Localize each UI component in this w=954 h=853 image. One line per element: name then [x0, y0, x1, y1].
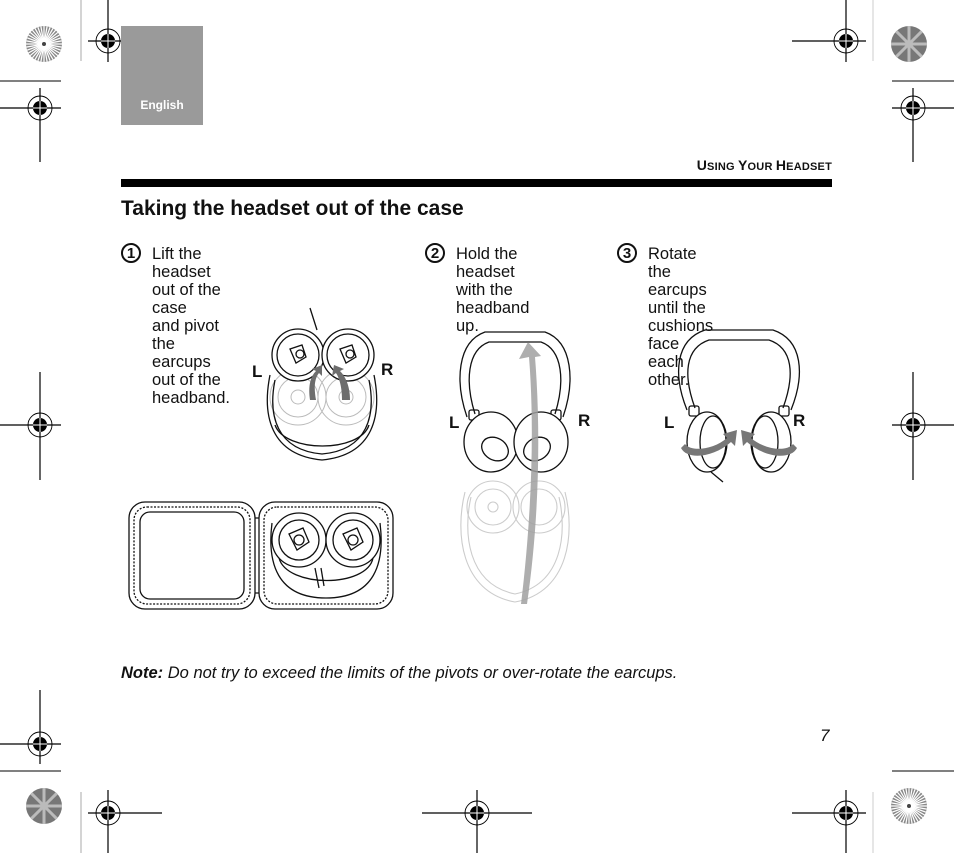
page-title: Taking the headset out of the case — [121, 197, 464, 220]
header-rule — [121, 179, 832, 187]
section-header-word: OUR — [747, 161, 776, 173]
step-line: and pivot the earcups out of the — [152, 317, 221, 389]
section-header: USING YOUR HEADSET — [697, 157, 832, 173]
step-text: Lift the headset out of the case and piv… — [152, 245, 230, 407]
rotate-up-arrow-icon — [519, 342, 541, 604]
language-tab-label: English — [140, 98, 184, 112]
language-tab: English — [121, 26, 203, 125]
color-target-center — [42, 42, 46, 46]
step-line: Lift the headset out of the case — [152, 245, 221, 317]
section-header-initial: H — [775, 157, 787, 173]
left-earcup-label: L — [449, 413, 460, 432]
left-earcup-label: L — [664, 413, 675, 432]
section-header-word: SING — [707, 161, 738, 173]
section-header-initial: U — [696, 157, 708, 173]
section-header-initial: Y — [738, 157, 748, 173]
step-number-badge: 1 — [121, 243, 141, 263]
step-line: Hold the — [456, 245, 518, 263]
illustration-step1-pivot — [266, 307, 378, 461]
illustration-carrying-case — [128, 501, 394, 610]
step-number-badge: 3 — [617, 243, 637, 263]
note-label: Note: — [121, 664, 164, 682]
illustration-step3-rotate-earcups — [678, 329, 800, 483]
right-earcup-label: R — [381, 360, 394, 379]
left-earcup-label: L — [252, 362, 263, 381]
page-number: 7 — [820, 726, 830, 745]
right-earcup-label: R — [793, 411, 806, 430]
step-number-badge: 2 — [425, 243, 445, 263]
color-target-center — [907, 804, 911, 808]
illustration-step2-headband-up — [459, 331, 571, 604]
section-header-word: EADSET — [786, 161, 832, 173]
step-line: headset with the — [456, 263, 515, 299]
step-line: Rotate the earcups — [648, 245, 707, 299]
note-text: Do not try to exceed the limits of the p… — [167, 664, 678, 682]
step-line: headband. — [152, 389, 230, 407]
right-earcup-label: R — [578, 411, 591, 430]
note: Note: Do not try to exceed the limits of… — [121, 664, 677, 683]
